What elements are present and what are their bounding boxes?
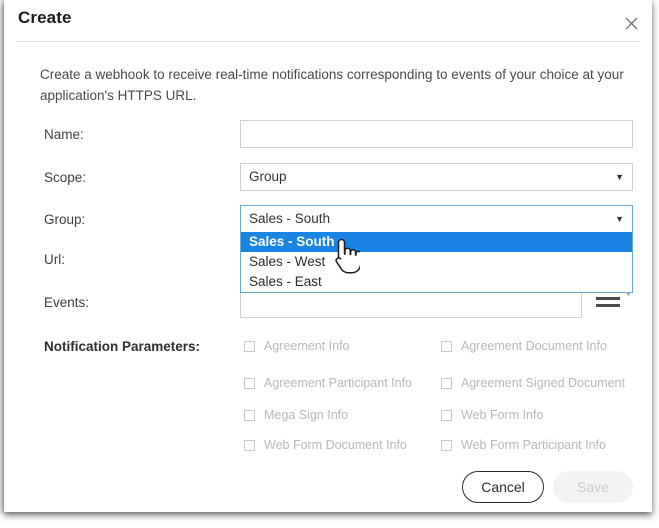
- scope-label: Scope:: [44, 170, 87, 185]
- scope-select[interactable]: Group ▼: [240, 163, 633, 191]
- url-label: Url:: [44, 252, 65, 267]
- name-input[interactable]: [240, 120, 633, 148]
- header-divider: [16, 41, 640, 42]
- group-dropdown-list[interactable]: Sales - South Sales - West Sales - East: [240, 232, 633, 293]
- checkbox-mega-sign-info[interactable]: Mega Sign Info: [244, 408, 348, 422]
- checkbox-agreement-signed-document[interactable]: Agreement Signed Document: [441, 376, 625, 390]
- scope-select-value: Group: [249, 169, 287, 184]
- notification-parameters-label: Notification Parameters:: [44, 339, 201, 354]
- checkbox-label: Mega Sign Info: [264, 408, 349, 422]
- checkbox-label: Web Form Participant Info: [461, 438, 606, 452]
- checkbox-label: Web Form Document Info: [264, 438, 407, 452]
- checkbox-label: Agreement Signed Document: [461, 376, 625, 390]
- checkbox-label: Agreement Document Info: [461, 339, 607, 353]
- group-label: Group:: [44, 212, 86, 227]
- checkbox-label: Web Form Info: [461, 408, 544, 422]
- group-select-value: Sales - South: [249, 211, 331, 226]
- checkbox-icon[interactable]: [244, 377, 255, 389]
- events-label: Events:: [44, 295, 90, 310]
- checkbox-icon[interactable]: [244, 409, 255, 421]
- checkbox-icon[interactable]: [441, 409, 452, 421]
- checkbox-label: Agreement Info: [264, 339, 350, 353]
- group-option-2[interactable]: Sales - East: [241, 272, 632, 292]
- screen: Create Create a webhook to receive real-…: [0, 0, 659, 528]
- cancel-button[interactable]: Cancel: [462, 471, 544, 503]
- save-button: Save: [553, 471, 633, 503]
- group-option-1[interactable]: Sales - West: [241, 252, 632, 272]
- chevron-down-icon: ▼: [615, 214, 624, 224]
- checkbox-web-form-participant-info[interactable]: Web Form Participant Info: [441, 438, 606, 452]
- checkbox-icon[interactable]: [441, 340, 452, 352]
- checkbox-agreement-document-info[interactable]: Agreement Document Info: [441, 339, 607, 353]
- page-title: Create: [18, 8, 72, 27]
- chevron-down-icon: ▼: [615, 172, 624, 182]
- checkbox-web-form-document-info[interactable]: Web Form Document Info: [244, 438, 407, 452]
- close-icon[interactable]: [618, 10, 644, 36]
- create-webhook-dialog: Create Create a webhook to receive real-…: [4, 0, 652, 512]
- checkbox-agreement-info[interactable]: Agreement Info: [244, 339, 349, 353]
- checkbox-icon[interactable]: [441, 377, 452, 389]
- checkbox-web-form-info[interactable]: Web Form Info: [441, 408, 543, 422]
- group-option-0[interactable]: Sales - South: [241, 232, 632, 252]
- name-label: Name:: [44, 127, 84, 142]
- checkbox-icon[interactable]: [244, 439, 255, 451]
- events-input[interactable]: [240, 292, 582, 318]
- dialog-description: Create a webhook to receive real-time no…: [40, 67, 624, 103]
- hamburger-menu-icon[interactable]: [596, 294, 620, 312]
- checkbox-label: Agreement Participant Info: [264, 376, 412, 390]
- group-select[interactable]: Sales - South ▼: [240, 205, 633, 233]
- checkbox-icon[interactable]: [441, 439, 452, 451]
- checkbox-agreement-participant-info[interactable]: Agreement Participant Info: [244, 376, 412, 390]
- checkbox-icon[interactable]: [244, 340, 255, 352]
